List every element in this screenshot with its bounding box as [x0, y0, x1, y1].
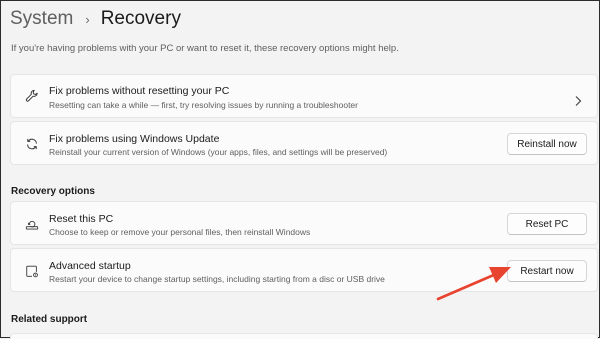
related-support-card-top — [10, 333, 598, 339]
breadcrumb-separator-icon: › — [85, 11, 90, 27]
restart-now-button[interactable]: Restart now — [507, 260, 587, 282]
recovery-options-heading: Recovery options — [11, 186, 95, 197]
chevron-right-icon — [575, 96, 582, 106]
advanced-startup-icon — [26, 265, 38, 278]
refresh-icon — [27, 138, 37, 150]
breadcrumb: System › Recovery — [10, 8, 181, 30]
windows-update-card: Fix problems using Windows Update Reinst… — [10, 121, 598, 165]
troubleshoot-description: Resetting can take a while — first, try … — [49, 100, 358, 110]
page-subtitle: If you're having problems with your PC o… — [11, 43, 399, 54]
reset-pc-card: Reset this PC Choose to keep or remove y… — [10, 201, 598, 245]
advanced-startup-description: Restart your device to change startup se… — [49, 274, 385, 284]
reinstall-now-button[interactable]: Reinstall now — [507, 133, 587, 155]
related-support-heading: Related support — [11, 314, 88, 325]
advanced-startup-title: Advanced startup — [49, 260, 131, 272]
breadcrumb-system[interactable]: System — [10, 8, 73, 30]
reset-pc-icon — [25, 220, 39, 230]
windows-update-description: Reinstall your current version of Window… — [49, 147, 388, 157]
windows-update-title: Fix problems using Windows Update — [49, 133, 220, 145]
reset-pc-description: Choose to keep or remove your personal f… — [49, 227, 311, 237]
page-title: Recovery — [100, 8, 181, 29]
troubleshoot-title: Fix problems without resetting your PC — [49, 85, 230, 97]
wrench-icon — [25, 89, 38, 102]
reset-pc-title: Reset this PC — [49, 213, 114, 225]
reset-pc-button[interactable]: Reset PC — [507, 213, 587, 235]
troubleshoot-card[interactable]: Fix problems without resetting your PC R… — [10, 74, 598, 118]
advanced-startup-card: Advanced startup Restart your device to … — [10, 248, 598, 292]
